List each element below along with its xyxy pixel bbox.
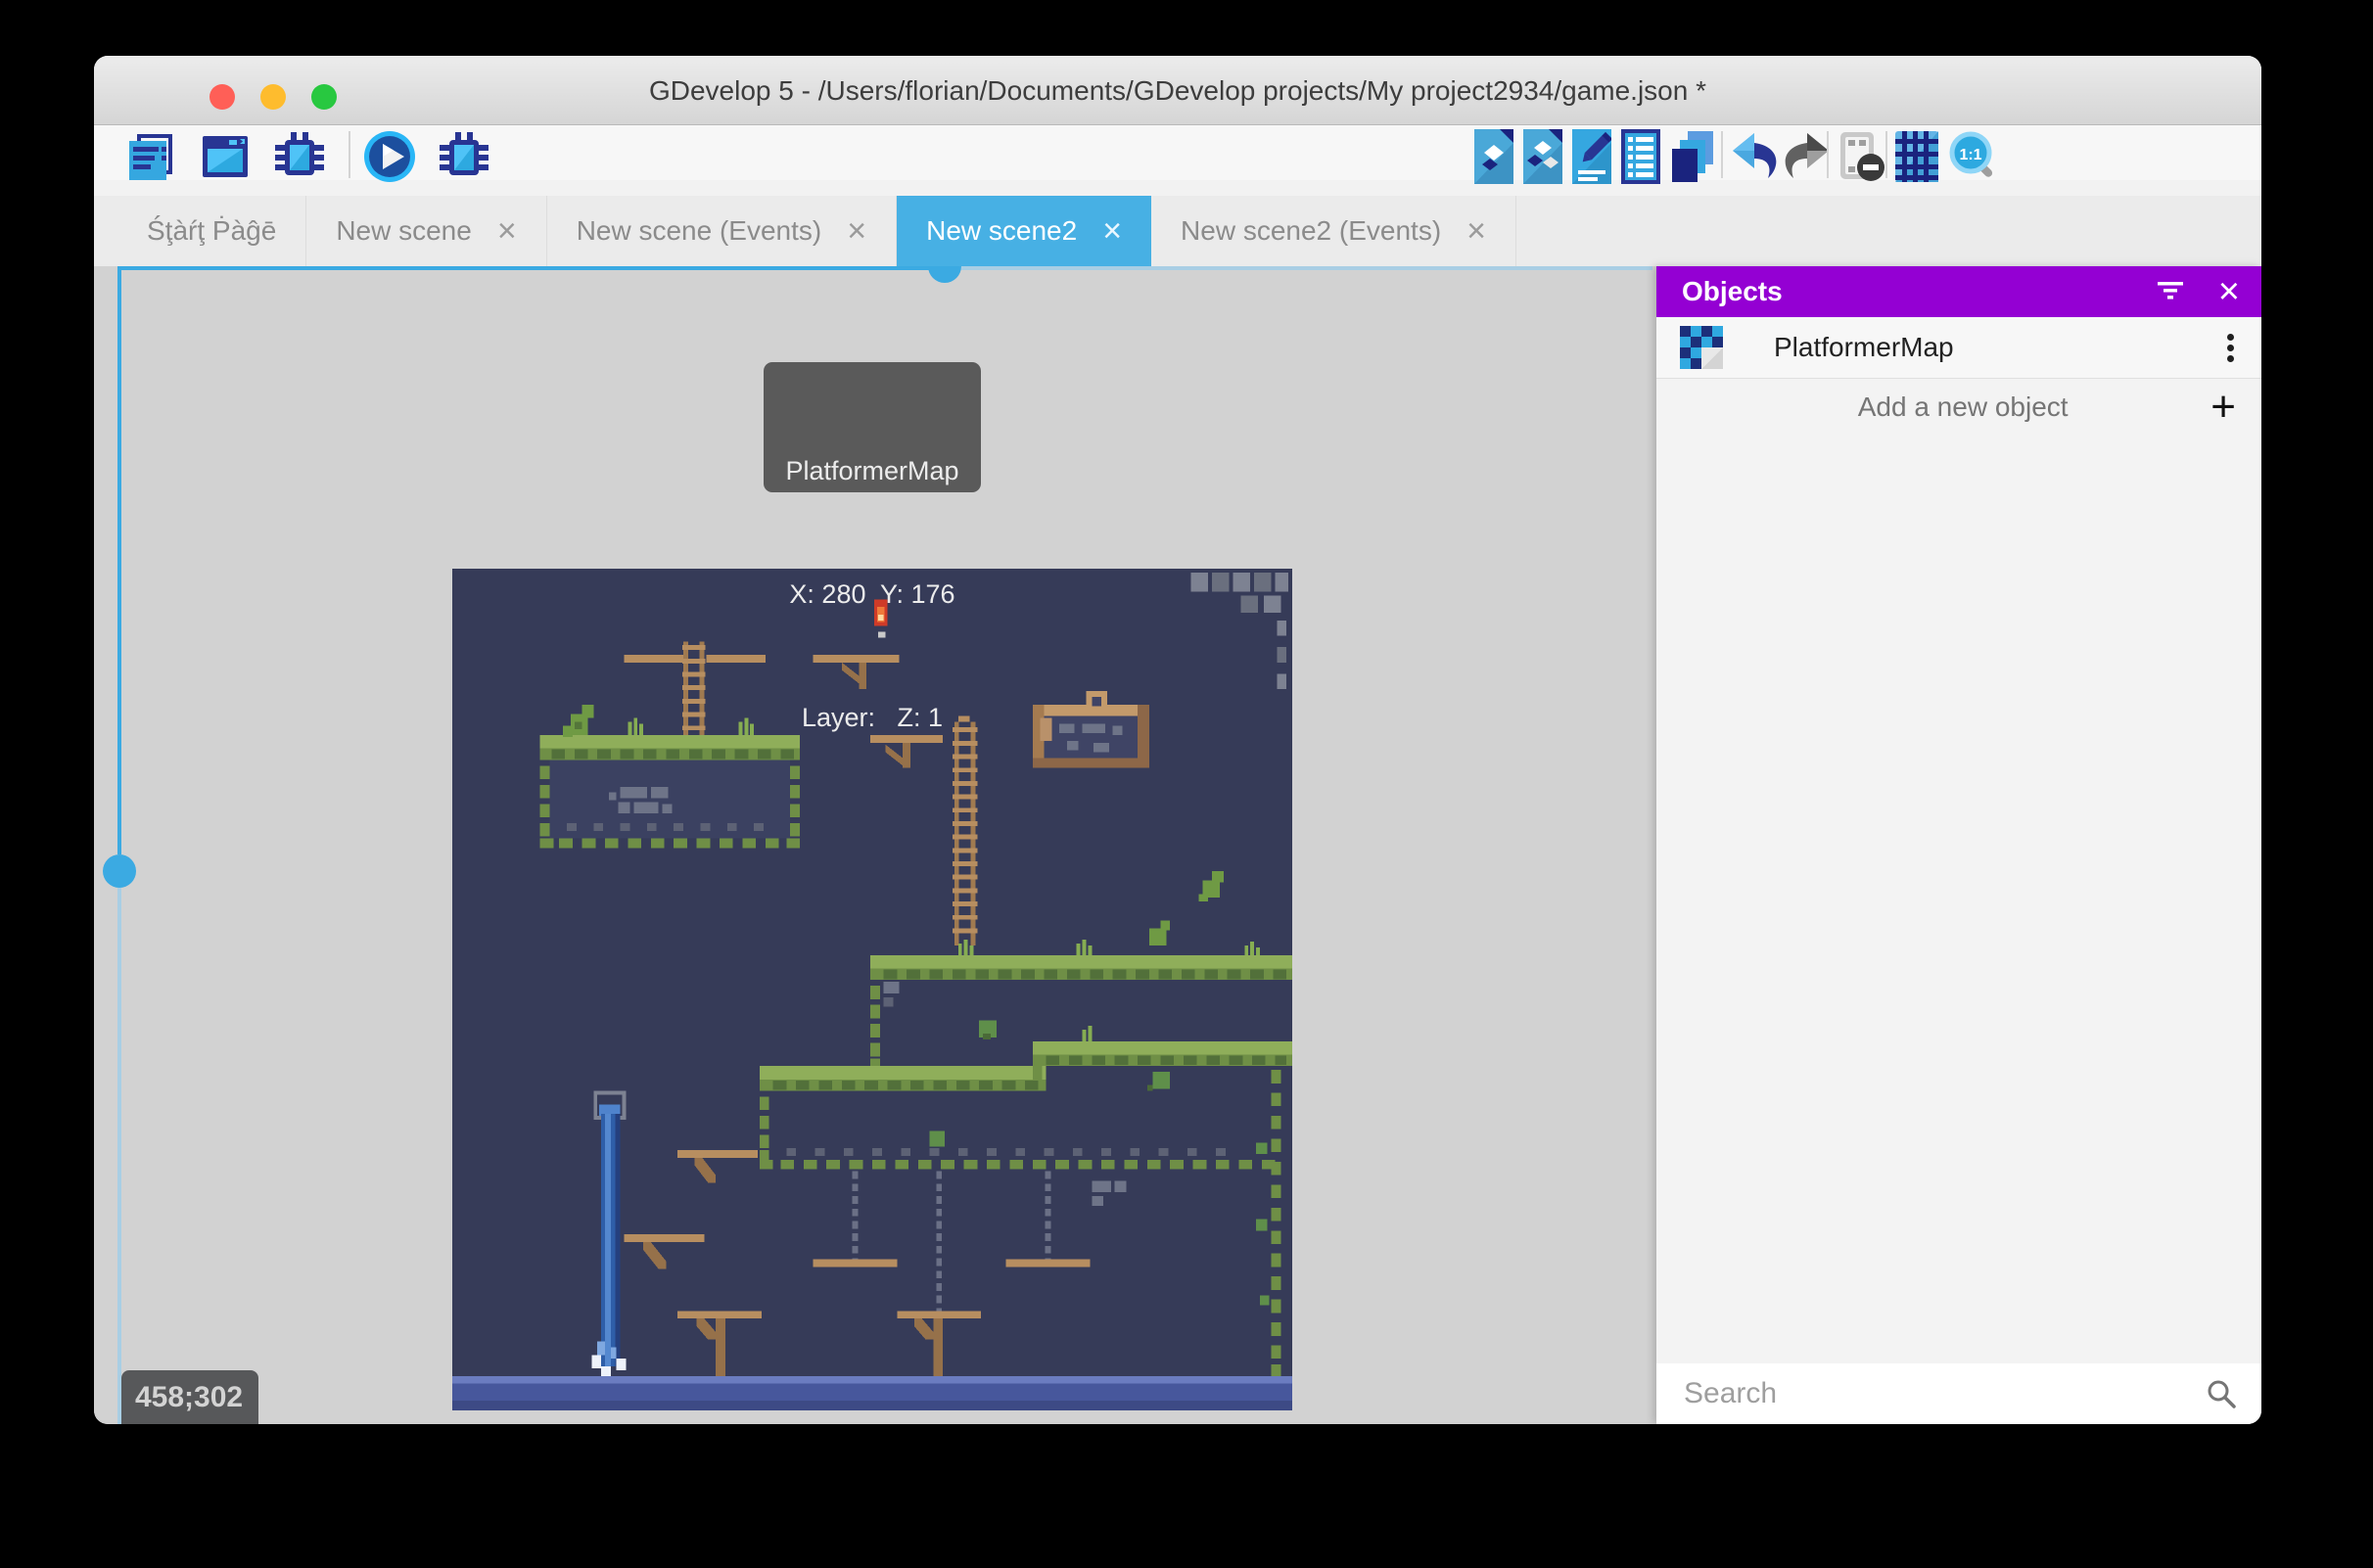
- tooltip-position: X: 280 Y: 176: [764, 574, 981, 615]
- grid-icon: [1895, 129, 1938, 184]
- title-bar: GDevelop 5 - /Users/florian/Documents/GD…: [94, 56, 2261, 125]
- tab-bar: Śţàŕţ Ṗàĝē New scene × New scene (Events…: [94, 196, 2261, 266]
- instance-tooltip: PlatformerMap X: 280 Y: 176 Layer: Z: 1: [764, 362, 981, 492]
- selection-border-left-faded: [117, 888, 121, 1424]
- undo-button[interactable]: [1731, 129, 1780, 187]
- scene-editor-canvas[interactable]: PlatformerMap X: 280 Y: 176 Layer: Z: 1 …: [94, 266, 1656, 1424]
- properties-icon: [1572, 129, 1611, 184]
- filter-objects-button[interactable]: [2156, 280, 2185, 304]
- toolbar-divider: [1827, 131, 1829, 178]
- tooltip-layer: Layer: Z: 1: [764, 697, 981, 738]
- layers-button[interactable]: [1670, 129, 1715, 187]
- tooltip-object-name: PlatformerMap: [764, 450, 981, 491]
- properties-button[interactable]: [1572, 129, 1611, 187]
- objects-panel: Objects ×: [1656, 266, 2261, 1424]
- tab-label: Śţàŕţ Ṗàĝē: [147, 215, 276, 247]
- object-name: PlatformerMap: [1774, 332, 2227, 363]
- debug-icon: [272, 129, 327, 184]
- object-list-item-platformermap[interactable]: PlatformerMap: [1656, 317, 2261, 379]
- zoom-original-button[interactable]: 1:1: [1946, 129, 2001, 187]
- zoom-original-icon: 1:1: [1946, 129, 2001, 184]
- toolbar: 1:1: [94, 125, 2261, 180]
- objects-panel-icon: [1474, 129, 1513, 184]
- close-tab-icon[interactable]: ×: [497, 214, 517, 248]
- undo-icon: [1731, 129, 1780, 184]
- object-groups-icon: [1523, 129, 1562, 184]
- tab-label: New scene2 (Events): [1181, 215, 1441, 247]
- add-object-row[interactable]: Add a new object +: [1656, 379, 2261, 436]
- scene-window-icon: [198, 129, 253, 184]
- objects-panel-header: Objects ×: [1656, 266, 2261, 317]
- object-search-input[interactable]: [1682, 1376, 2205, 1411]
- toolbar-divider: [349, 131, 350, 178]
- object-search-bar: [1656, 1363, 2261, 1424]
- toolbar-divider: [1721, 131, 1723, 178]
- tilemap-thumbnail-icon: [1680, 326, 1723, 369]
- tab-label: New scene2: [926, 215, 1077, 247]
- tab-label: New scene: [336, 215, 472, 247]
- close-tab-icon[interactable]: ×: [847, 214, 866, 248]
- tab-new-scene2[interactable]: New scene2 ×: [897, 196, 1151, 266]
- instances-list-button[interactable]: [1621, 129, 1660, 187]
- tab-label: New scene (Events): [577, 215, 822, 247]
- window-title: GDevelop 5 - /Users/florian/Documents/GD…: [94, 75, 2261, 107]
- close-tab-icon[interactable]: ×: [1102, 214, 1122, 248]
- cursor-coordinates: 458;302: [121, 1370, 258, 1424]
- filter-icon: [2156, 280, 2185, 301]
- search-icon: [2205, 1377, 2238, 1410]
- redo-icon: [1782, 129, 1831, 184]
- project-manager-button[interactable]: [123, 129, 178, 187]
- capture-options-icon: [1837, 129, 1887, 184]
- play-icon: [362, 129, 417, 184]
- close-icon: ×: [2218, 271, 2240, 312]
- debug-button[interactable]: [272, 129, 327, 187]
- capture-options-button[interactable]: [1837, 129, 1887, 187]
- selection-border-top: [117, 266, 930, 270]
- toolbar-divider: [1885, 131, 1887, 178]
- instances-list-icon: [1621, 129, 1660, 184]
- selection-handle-left[interactable]: [103, 854, 136, 888]
- tab-new-scene[interactable]: New scene ×: [306, 196, 546, 266]
- object-menu-kebab-icon[interactable]: [2227, 330, 2234, 366]
- objects-panel-title: Objects: [1682, 276, 2156, 307]
- selection-border-left: [117, 266, 121, 854]
- close-tab-icon[interactable]: ×: [1466, 214, 1486, 248]
- selection-handle-top[interactable]: [928, 266, 961, 283]
- gdevelop-window: GDevelop 5 - /Users/florian/Documents/GD…: [94, 56, 2261, 1424]
- screenshot-stage: GDevelop 5 - /Users/florian/Documents/GD…: [0, 0, 2373, 1568]
- tab-new-scene2-events[interactable]: New scene2 (Events) ×: [1151, 196, 1516, 266]
- objects-panel-button[interactable]: [1474, 129, 1513, 187]
- debug-icon: [437, 129, 491, 184]
- layers-icon: [1670, 129, 1715, 184]
- debug-preview-button[interactable]: [437, 129, 491, 187]
- tab-new-scene-events[interactable]: New scene (Events) ×: [547, 196, 897, 266]
- add-object-label: Add a new object: [1656, 392, 2210, 423]
- grid-button[interactable]: [1895, 129, 1938, 187]
- scene-window-button[interactable]: [198, 129, 253, 187]
- selection-border-top-faded: [961, 266, 1652, 270]
- tab-start-page[interactable]: Śţàŕţ Ṗàĝē: [117, 196, 306, 266]
- svg-text:1:1: 1:1: [1959, 147, 1981, 163]
- redo-button[interactable]: [1782, 129, 1831, 187]
- close-panel-button[interactable]: ×: [2218, 273, 2240, 310]
- object-groups-button[interactable]: [1523, 129, 1562, 187]
- project-manager-icon: [123, 129, 178, 184]
- play-button[interactable]: [362, 129, 417, 187]
- plus-icon[interactable]: +: [2210, 386, 2236, 429]
